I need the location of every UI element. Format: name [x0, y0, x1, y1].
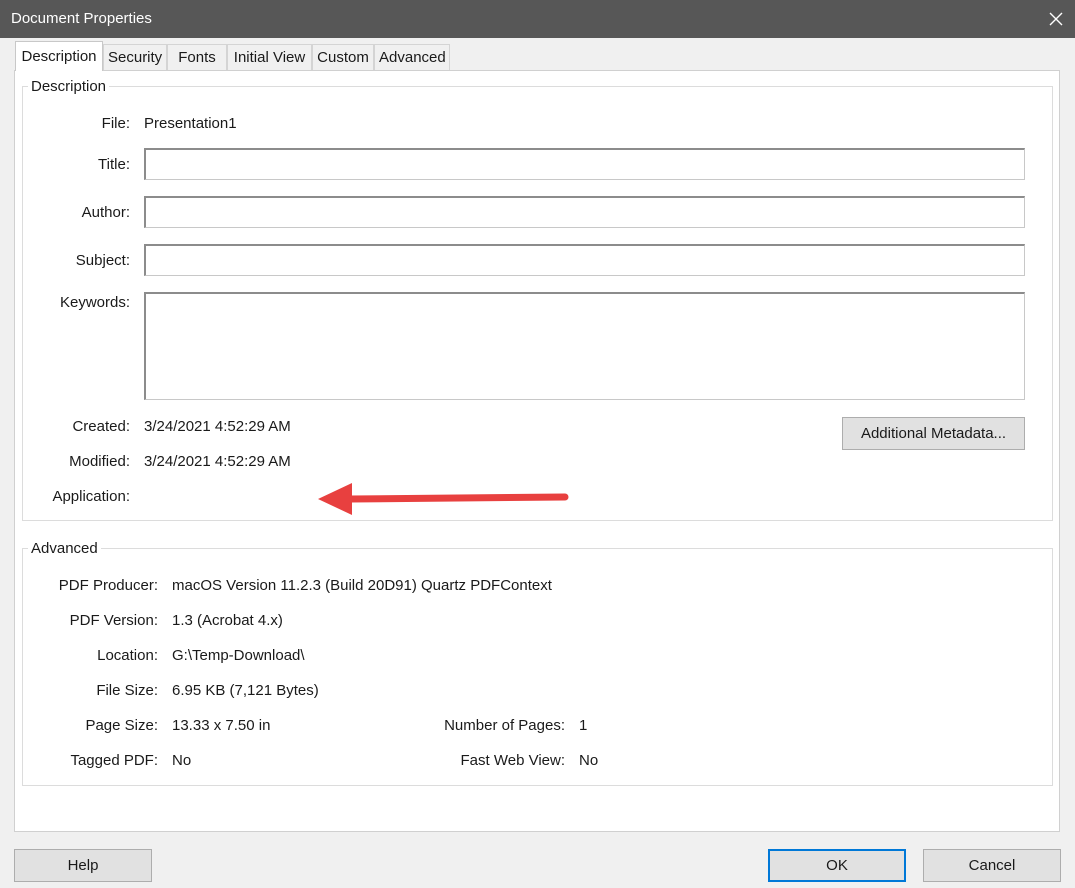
pdf-version-label: PDF Version:	[69, 612, 158, 629]
subject-input[interactable]	[144, 244, 1025, 276]
close-button[interactable]	[1036, 0, 1075, 38]
tagged-pdf-label: Tagged PDF:	[70, 752, 158, 769]
tab-description[interactable]: Description	[15, 41, 103, 71]
modified-value: 3/24/2021 4:52:29 AM	[144, 453, 291, 470]
number-of-pages-label: Number of Pages:	[444, 717, 565, 734]
tab-advanced[interactable]: Advanced	[374, 44, 450, 70]
ok-button[interactable]: OK	[768, 849, 906, 882]
title-input[interactable]	[144, 148, 1025, 180]
page-size-label: Page Size:	[85, 717, 158, 734]
tab-fonts[interactable]: Fonts	[167, 44, 227, 70]
pdf-producer-value: macOS Version 11.2.3 (Build 20D91) Quart…	[172, 577, 552, 594]
additional-metadata-button[interactable]: Additional Metadata...	[842, 417, 1025, 450]
file-size-value: 6.95 KB (7,121 Bytes)	[172, 682, 319, 699]
modified-label: Modified:	[69, 453, 130, 470]
help-button[interactable]: Help	[14, 849, 152, 882]
created-label: Created:	[72, 418, 130, 435]
pdf-producer-label: PDF Producer:	[58, 577, 158, 594]
cancel-button[interactable]: Cancel	[923, 849, 1061, 882]
tagged-pdf-value: No	[172, 752, 192, 769]
file-value: Presentation1	[144, 115, 237, 132]
close-icon	[1049, 12, 1062, 26]
pdf-version-value: 1.3 (Acrobat 4.x)	[172, 612, 283, 629]
title-bar: Document Properties	[0, 0, 1075, 38]
keywords-input[interactable]	[144, 292, 1025, 400]
tab-initial-view[interactable]: Initial View	[227, 44, 312, 70]
location-label: Location:	[97, 647, 158, 664]
description-legend: Description	[28, 78, 110, 95]
fast-web-view-label: Fast Web View:	[460, 752, 566, 769]
number-of-pages-value: 1	[579, 717, 588, 734]
created-value: 3/24/2021 4:52:29 AM	[144, 418, 291, 435]
tab-security[interactable]: Security	[103, 44, 167, 70]
window-title: Document Properties	[11, 10, 152, 27]
subject-label: Subject:	[75, 252, 130, 269]
page-size-value: 13.33 x 7.50 in	[172, 717, 271, 734]
advanced-legend: Advanced	[28, 540, 101, 557]
red-arrow-annotation	[318, 483, 569, 515]
title-label: Title:	[98, 156, 130, 173]
file-label: File:	[101, 115, 130, 132]
file-size-label: File Size:	[96, 682, 158, 699]
keywords-label: Keywords:	[59, 294, 130, 311]
author-input[interactable]	[144, 196, 1025, 228]
application-label: Application:	[52, 488, 130, 505]
author-label: Author:	[81, 204, 130, 221]
fast-web-view-value: No	[579, 752, 599, 769]
tab-custom[interactable]: Custom	[312, 44, 374, 70]
location-value: G:\Temp-Download\	[172, 647, 305, 664]
